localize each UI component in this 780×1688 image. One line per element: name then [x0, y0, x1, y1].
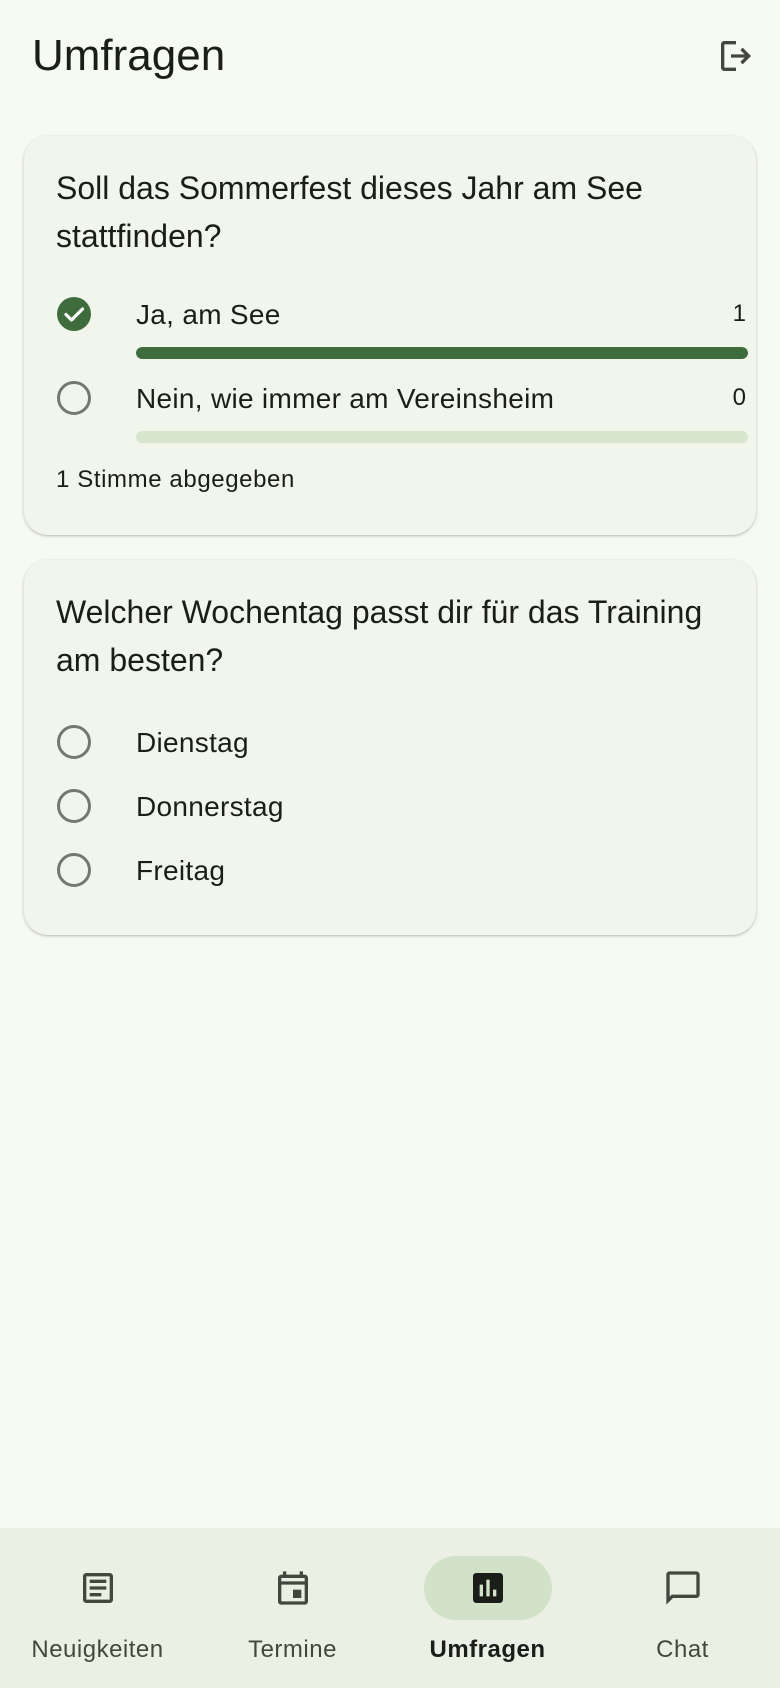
logout-icon [721, 41, 751, 71]
option-vote-count: 0 [732, 384, 746, 411]
nav-label: Neuigkeiten [31, 1636, 164, 1663]
radio-unchecked-icon [56, 380, 92, 416]
nav-item-neuigkeiten[interactable]: Neuigkeiten [0, 1556, 195, 1676]
poll-option[interactable]: Dienstag [56, 720, 746, 768]
poll-option[interactable]: Freitag [56, 848, 746, 896]
calendar-icon [278, 1571, 308, 1605]
poll-card: Welcher Wochentag passt dir für das Trai… [24, 560, 756, 935]
nav-label: Umfragen [429, 1636, 546, 1663]
page-title: Umfragen [32, 31, 226, 80]
radio-unchecked-icon [56, 852, 92, 888]
vote-progress-bar [136, 431, 748, 443]
top-app-bar: Umfragen [0, 0, 780, 112]
nav-label: Termine [248, 1636, 337, 1663]
app-root: Umfragen Soll das Sommerfest dieses Jahr… [0, 0, 780, 1688]
option-vote-count: 1 [732, 300, 746, 327]
option-label: Freitag [136, 855, 226, 886]
radio-unchecked-icon [56, 788, 92, 824]
logout-button[interactable] [708, 28, 764, 84]
vote-progress-fill [136, 347, 748, 359]
bottom-navigation: Neuigkeiten Termine Umfragen Chat [0, 1528, 780, 1688]
poll-question: Soll das Sommerfest dieses Jahr am See s… [56, 170, 643, 254]
option-label: Nein, wie immer am Vereinsheim [136, 383, 555, 414]
vote-progress-bar [136, 347, 748, 359]
option-label: Ja, am See [136, 299, 281, 330]
vote-summary: 1 Stimme abgegeben [56, 466, 295, 493]
article-icon [83, 1573, 113, 1603]
nav-item-chat[interactable]: Chat [585, 1556, 780, 1676]
poll-card: Soll das Sommerfest dieses Jahr am See s… [24, 136, 756, 535]
nav-item-termine[interactable]: Termine [195, 1556, 390, 1676]
poll-option[interactable]: Ja, am See 1 [56, 292, 746, 340]
radio-unchecked-icon [56, 724, 92, 760]
active-indicator [424, 1556, 552, 1620]
option-label: Dienstag [136, 727, 249, 758]
nav-item-umfragen[interactable]: Umfragen [390, 1556, 585, 1676]
option-label: Donnerstag [136, 791, 284, 822]
poll-icon [473, 1573, 503, 1603]
poll-question: Welcher Wochentag passt dir für das Trai… [56, 594, 703, 678]
chat-icon [666, 1571, 700, 1605]
nav-label: Chat [656, 1636, 709, 1663]
poll-option[interactable]: Donnerstag [56, 784, 746, 832]
check-circle-icon [56, 296, 92, 332]
poll-option[interactable]: Nein, wie immer am Vereinsheim 0 [56, 376, 746, 424]
